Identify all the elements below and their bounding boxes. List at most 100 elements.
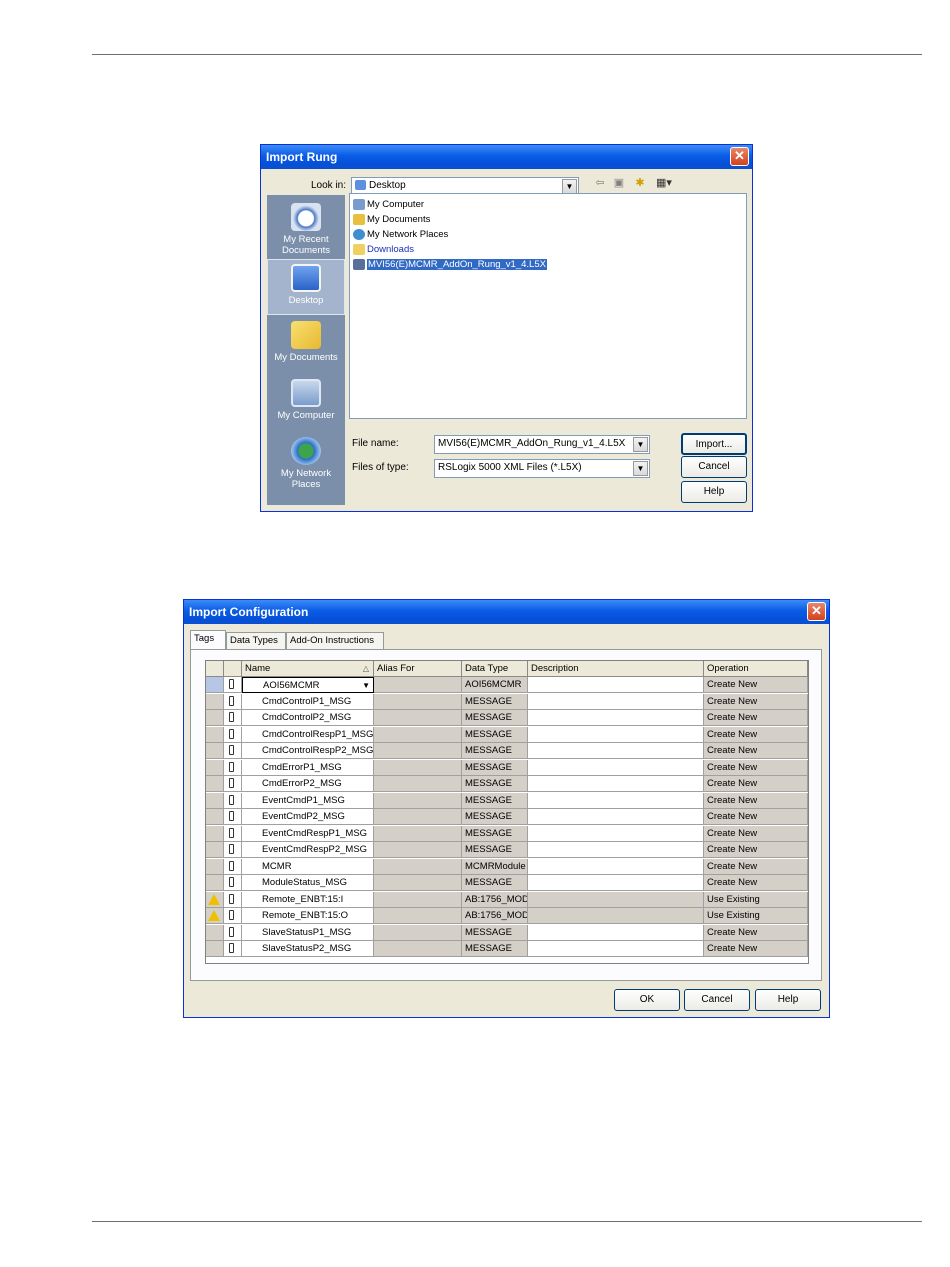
place-desktop[interactable]: Desktop xyxy=(267,259,345,315)
new-folder-icon[interactable]: ✱ xyxy=(633,177,647,189)
operation-cell[interactable]: Create New xyxy=(704,842,808,858)
table-row[interactable]: CmdErrorP1_MSG MESSAGE Create New xyxy=(206,759,808,776)
description-cell[interactable] xyxy=(528,792,704,809)
column-header-operation[interactable]: Operation xyxy=(704,661,808,677)
table-row[interactable]: CmdErrorP2_MSG MESSAGE Create New xyxy=(206,776,808,792)
data-type-cell[interactable]: MESSAGE xyxy=(462,875,528,891)
operation-cell[interactable]: Create New xyxy=(704,858,808,875)
operation-cell[interactable]: Create New xyxy=(704,776,808,792)
table-row[interactable]: MCMR MCMRModule Create New xyxy=(206,858,808,875)
table-row[interactable]: Remote_ENBT:15:O AB:1756_MOD Use Existing xyxy=(206,908,808,924)
tag-name-cell[interactable]: ModuleStatus_MSG xyxy=(242,875,374,891)
table-row[interactable]: EventCmdRespP1_MSG MESSAGE Create New xyxy=(206,825,808,842)
operation-cell[interactable]: Create New xyxy=(704,677,808,693)
operation-cell[interactable]: Create New xyxy=(704,726,808,743)
place-network-places[interactable]: My Network Places xyxy=(267,433,345,497)
operation-cell[interactable]: Use Existing xyxy=(704,908,808,924)
operation-cell[interactable]: Create New xyxy=(704,809,808,825)
tag-name-cell[interactable]: CmdControlP2_MSG xyxy=(242,710,374,726)
close-button[interactable]: ✕ xyxy=(807,602,826,621)
data-type-cell[interactable]: MESSAGE xyxy=(462,776,528,792)
chevron-down-icon[interactable]: ▼ xyxy=(362,678,370,692)
help-button[interactable]: Help xyxy=(681,481,747,503)
tag-name-cell[interactable]: AOI56MCMR ▼ xyxy=(242,677,374,693)
description-cell[interactable] xyxy=(528,891,704,908)
ok-button[interactable]: OK xyxy=(614,989,680,1011)
tag-name-cell[interactable]: MCMR xyxy=(242,858,374,875)
data-type-cell[interactable]: AB:1756_MOD xyxy=(462,908,528,924)
data-type-cell[interactable]: AOI56MCMR xyxy=(462,677,528,693)
table-row[interactable]: SlaveStatusP1_MSG MESSAGE Create New xyxy=(206,924,808,941)
column-header-data-type[interactable]: Data Type xyxy=(462,661,528,677)
alias-for-cell[interactable] xyxy=(374,908,462,924)
tag-name-cell[interactable]: EventCmdRespP1_MSG xyxy=(242,825,374,842)
description-cell[interactable] xyxy=(528,693,704,710)
data-type-cell[interactable]: MESSAGE xyxy=(462,941,528,957)
place-my-documents[interactable]: My Documents xyxy=(267,317,345,369)
alias-for-cell[interactable] xyxy=(374,941,462,957)
column-header-name[interactable]: Name △ xyxy=(242,661,374,677)
chevron-down-icon[interactable]: ▼ xyxy=(633,461,648,476)
file-list[interactable]: My Computer My Documents My Network Plac… xyxy=(349,193,747,419)
description-cell[interactable] xyxy=(528,858,704,875)
description-cell[interactable] xyxy=(528,842,704,858)
list-item[interactable]: My Computer xyxy=(353,198,424,211)
views-menu-icon[interactable]: ▦▾ xyxy=(653,177,675,189)
tag-name-cell[interactable]: SlaveStatusP2_MSG xyxy=(242,941,374,957)
data-type-cell[interactable]: MESSAGE xyxy=(462,726,528,743)
alias-for-cell[interactable] xyxy=(374,924,462,941)
alias-for-cell[interactable] xyxy=(374,743,462,759)
up-folder-icon[interactable]: ▣ xyxy=(612,177,626,189)
tag-name-cell[interactable]: CmdErrorP1_MSG xyxy=(242,759,374,776)
chevron-down-icon[interactable]: ▼ xyxy=(633,437,648,452)
table-row[interactable]: AOI56MCMR ▼ AOI56MCMR Create New xyxy=(206,677,808,693)
table-row[interactable]: EventCmdP2_MSG MESSAGE Create New xyxy=(206,809,808,825)
table-row[interactable]: EventCmdRespP2_MSG MESSAGE Create New xyxy=(206,842,808,858)
tag-name-cell[interactable]: EventCmdP1_MSG xyxy=(242,792,374,809)
alias-for-cell[interactable] xyxy=(374,726,462,743)
alias-for-cell[interactable] xyxy=(374,809,462,825)
column-header-description[interactable]: Description xyxy=(528,661,704,677)
tag-name-cell[interactable]: SlaveStatusP1_MSG xyxy=(242,924,374,941)
table-row[interactable]: CmdControlRespP1_MSG MESSAGE Create New xyxy=(206,726,808,743)
alias-for-cell[interactable] xyxy=(374,677,462,693)
data-type-cell[interactable]: MESSAGE xyxy=(462,759,528,776)
import-button[interactable]: Import... xyxy=(681,433,747,455)
alias-for-cell[interactable] xyxy=(374,842,462,858)
close-button[interactable]: ✕ xyxy=(730,147,749,166)
tags-grid[interactable]: Name △ Alias For Data Type Description Op… xyxy=(205,660,809,964)
chevron-down-icon[interactable]: ▼ xyxy=(562,179,577,194)
alias-for-cell[interactable] xyxy=(374,875,462,891)
alias-for-cell[interactable] xyxy=(374,891,462,908)
tag-name-cell[interactable]: CmdErrorP2_MSG xyxy=(242,776,374,792)
operation-cell[interactable]: Create New xyxy=(704,693,808,710)
description-cell[interactable] xyxy=(528,825,704,842)
description-cell[interactable] xyxy=(528,776,704,792)
import-configuration-titlebar[interactable]: Import Configuration xyxy=(184,600,829,624)
tab-add-on-instructions[interactable]: Add-On Instructions xyxy=(286,632,384,649)
data-type-cell[interactable]: MCMRModule xyxy=(462,858,528,875)
table-row[interactable]: Remote_ENBT:15:I AB:1756_MOD Use Existing xyxy=(206,891,808,908)
data-type-cell[interactable]: AB:1756_MOD xyxy=(462,891,528,908)
data-type-cell[interactable]: MESSAGE xyxy=(462,924,528,941)
operation-cell[interactable]: Create New xyxy=(704,825,808,842)
description-cell[interactable] xyxy=(528,924,704,941)
data-type-cell[interactable]: MESSAGE xyxy=(462,693,528,710)
table-row[interactable]: CmdControlP1_MSG MESSAGE Create New xyxy=(206,693,808,710)
tag-name-cell[interactable]: CmdControlP1_MSG xyxy=(242,693,374,710)
operation-cell[interactable]: Use Existing xyxy=(704,891,808,908)
tab-data-types[interactable]: Data Types xyxy=(226,632,286,649)
operation-cell[interactable]: Create New xyxy=(704,875,808,891)
tag-name-cell[interactable]: Remote_ENBT:15:O xyxy=(242,908,374,924)
list-item[interactable]: Downloads xyxy=(353,243,414,256)
description-cell[interactable] xyxy=(528,875,704,891)
tag-name-cell[interactable]: Remote_ENBT:15:I xyxy=(242,891,374,908)
operation-cell[interactable]: Create New xyxy=(704,924,808,941)
table-row[interactable]: CmdControlRespP2_MSG MESSAGE Create New xyxy=(206,743,808,759)
file-type-dropdown[interactable]: RSLogix 5000 XML Files (*.L5X) ▼ xyxy=(434,459,650,478)
tag-name-cell[interactable]: EventCmdRespP2_MSG xyxy=(242,842,374,858)
description-cell[interactable] xyxy=(528,908,704,924)
list-item[interactable]: My Documents xyxy=(353,213,430,226)
alias-for-cell[interactable] xyxy=(374,792,462,809)
list-item[interactable]: My Network Places xyxy=(353,228,448,241)
